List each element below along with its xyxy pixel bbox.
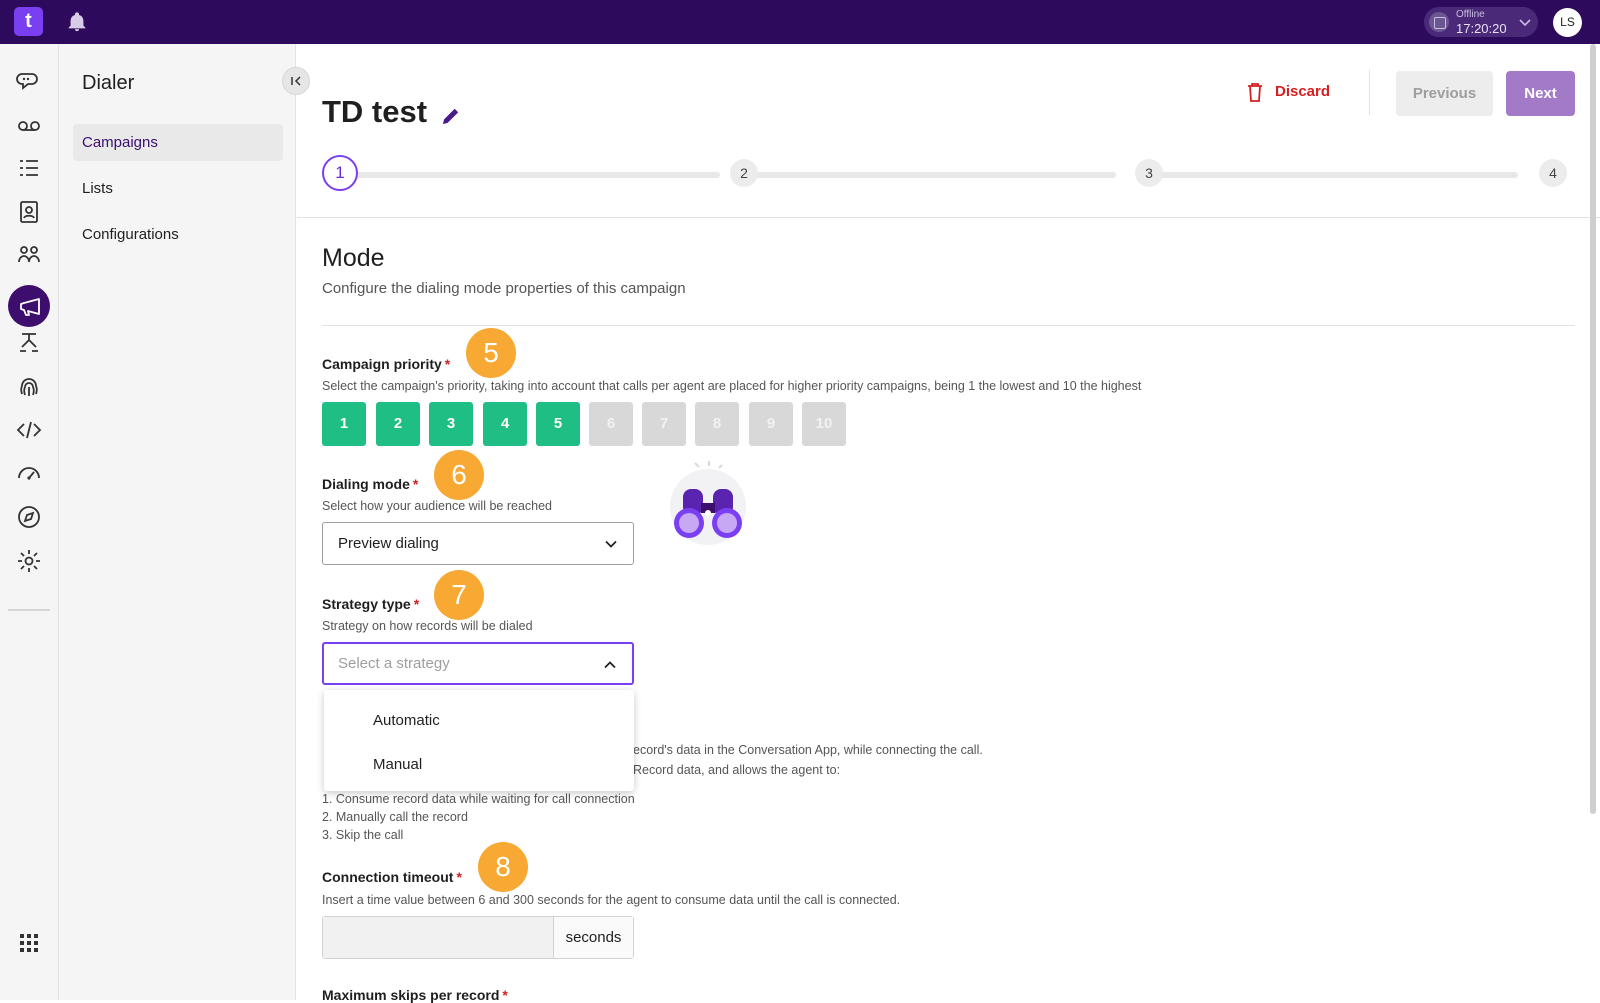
sidebar-item-configurations[interactable]: Configurations — [73, 216, 283, 253]
stepper-track — [1144, 172, 1518, 178]
discard-button[interactable]: Discard — [1246, 74, 1346, 110]
voicemail-icon[interactable] — [16, 113, 42, 139]
bell-icon[interactable] — [66, 11, 88, 33]
priority-option-5[interactable]: 5 — [536, 402, 580, 446]
app-rail — [0, 44, 59, 1000]
status-indicator-icon — [1429, 12, 1449, 32]
strategy-type-placeholder: Select a strategy — [338, 655, 450, 672]
required-marker: * — [412, 476, 419, 492]
step-1[interactable]: 1 — [322, 155, 358, 191]
header-divider — [297, 217, 1600, 218]
stepper-track — [746, 172, 1116, 178]
connection-timeout-label: Connection timeout * — [322, 869, 462, 885]
previous-button[interactable]: Previous — [1396, 71, 1493, 116]
required-marker: * — [444, 356, 451, 372]
step-3[interactable]: 3 — [1135, 159, 1163, 187]
discard-label: Discard — [1275, 83, 1331, 100]
step-2[interactable]: 2 — [730, 159, 758, 187]
required-marker: * — [456, 869, 462, 885]
priority-option-9[interactable]: 9 — [749, 402, 793, 446]
conversations-icon[interactable] — [16, 69, 42, 95]
step-badge: 6 — [434, 450, 484, 500]
rail-divider — [8, 609, 50, 611]
next-button[interactable]: Next — [1506, 71, 1575, 116]
compass-icon[interactable] — [16, 504, 42, 530]
page-title: TD test — [322, 94, 428, 129]
dialing-mode-select[interactable]: Preview dialing — [322, 522, 634, 565]
dialing-mode-label: Dialing mode * — [322, 476, 419, 492]
list-icon[interactable] — [16, 156, 42, 182]
section-divider — [322, 325, 1575, 326]
sidebar-item-lists[interactable]: Lists — [73, 170, 283, 207]
connection-timeout-input[interactable] — [323, 917, 553, 958]
sidebar-item-campaigns[interactable]: Campaigns — [73, 124, 283, 161]
dashboard-icon[interactable] — [16, 460, 42, 486]
trash-icon — [1248, 83, 1262, 102]
strategy-type-select[interactable]: Select a strategy — [322, 642, 634, 685]
preview-info-list-item: 1. Consume record data while waiting for… — [322, 792, 635, 806]
users-icon[interactable] — [16, 242, 42, 268]
step-badge: 8 — [478, 842, 528, 892]
priority-option-8[interactable]: 8 — [695, 402, 739, 446]
binoculars-illustration — [670, 461, 746, 545]
fingerprint-icon[interactable] — [16, 374, 42, 400]
status-label: Offline — [1456, 9, 1485, 20]
flow-icon[interactable] — [16, 330, 42, 356]
app-logo[interactable]: t — [14, 7, 43, 36]
status-time: 17:20:20 — [1456, 21, 1507, 36]
edit-pencil-icon[interactable] — [440, 105, 462, 127]
stepper-track — [354, 172, 720, 178]
dialing-mode-help: Select how your audience will be reached — [322, 499, 552, 513]
chevron-up-icon — [604, 661, 616, 669]
section-title: Mode — [322, 244, 385, 272]
button-divider — [1369, 70, 1370, 115]
priority-option-10[interactable]: 10 — [802, 402, 846, 446]
priority-option-7[interactable]: 7 — [642, 402, 686, 446]
preview-info-list-item: 2. Manually call the record — [322, 810, 468, 824]
seconds-suffix: seconds — [553, 917, 633, 958]
strategy-dropdown-menu: Automatic Manual — [324, 690, 634, 791]
agent-status-selector[interactable]: Offline 17:20:20 — [1424, 7, 1538, 37]
preview-info-line-2: Record data, and allows the agent to: — [633, 763, 841, 777]
preview-info-list-item: 3. Skip the call — [322, 828, 404, 842]
priority-option-4[interactable]: 4 — [483, 402, 527, 446]
step-badge: 5 — [466, 328, 516, 378]
priority-option-3[interactable]: 3 — [429, 402, 473, 446]
step-4[interactable]: 4 — [1539, 159, 1567, 187]
contacts-icon[interactable] — [16, 199, 42, 225]
dialing-mode-value: Preview dialing — [338, 535, 439, 552]
required-marker: * — [502, 987, 508, 1003]
sidebar-title: Dialer — [82, 72, 135, 94]
connection-timeout-field: seconds — [322, 916, 634, 959]
required-marker: * — [413, 596, 420, 612]
main-content: TD test Discard Previous Next 1 2 3 4 Mo… — [297, 44, 1600, 1003]
chevron-down-icon — [605, 540, 617, 548]
megaphone-icon[interactable] — [17, 293, 43, 319]
connection-timeout-help: Insert a time value between 6 and 300 se… — [322, 893, 901, 907]
user-avatar[interactable]: LS — [1553, 8, 1582, 37]
dialer-sidebar: Dialer Campaigns Lists Configurations — [59, 44, 296, 1000]
priority-option-1[interactable]: 1 — [322, 402, 366, 446]
section-description: Configure the dialing mode properties of… — [322, 280, 686, 297]
strategy-type-help: Strategy on how records will be dialed — [322, 619, 533, 633]
step-badge: 7 — [434, 570, 484, 620]
chevron-down-icon — [1519, 19, 1531, 27]
strategy-option-automatic[interactable]: Automatic — [373, 712, 440, 729]
campaign-priority-help: Select the campaign's priority, taking i… — [322, 379, 1142, 393]
priority-option-6[interactable]: 6 — [589, 402, 633, 446]
strategy-type-label: Strategy type * — [322, 596, 420, 612]
campaign-priority-label: Campaign priority * — [322, 356, 451, 372]
settings-gear-icon[interactable] — [16, 548, 42, 574]
preview-info-line-1: ecord's data in the Conversation App, wh… — [633, 743, 983, 757]
max-skips-label: Maximum skips per record * — [322, 987, 508, 1003]
strategy-option-manual[interactable]: Manual — [373, 756, 422, 773]
apps-grid-icon[interactable] — [16, 930, 42, 956]
page-scrollbar[interactable] — [1590, 44, 1596, 814]
top-bar: t Offline 17:20:20 LS — [0, 0, 1600, 44]
priority-option-2[interactable]: 2 — [376, 402, 420, 446]
code-icon[interactable] — [16, 417, 42, 443]
